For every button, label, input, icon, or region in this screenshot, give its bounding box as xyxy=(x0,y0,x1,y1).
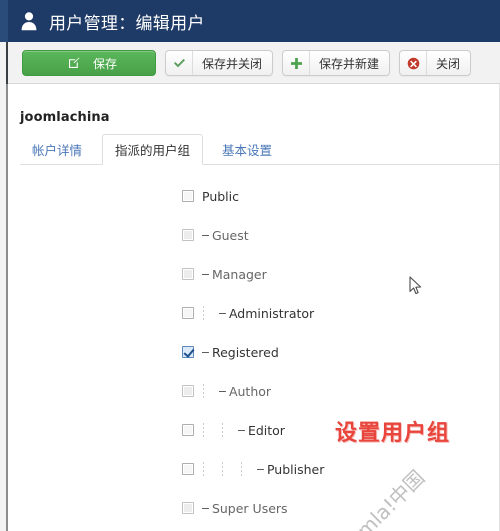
circle-x-icon xyxy=(400,51,426,75)
user-group-item: – Guest xyxy=(182,227,249,243)
tree-guide-line xyxy=(194,383,213,399)
group-dash: – xyxy=(257,462,264,476)
group-label: Super Users xyxy=(211,500,288,516)
user-icon xyxy=(20,11,38,31)
save-and-close-label: 保存并关闭 xyxy=(202,56,263,71)
plus-icon xyxy=(283,51,309,75)
group-label: Publisher xyxy=(266,461,325,477)
tree-indent-guides xyxy=(194,422,232,438)
group-checkbox[interactable] xyxy=(182,268,194,280)
group-checkbox[interactable] xyxy=(182,307,194,319)
tree-guide-line xyxy=(213,422,232,438)
annotation-set-user-group: 设置用户组 xyxy=(335,421,451,446)
page-title: 用户管理：编辑用户 xyxy=(49,13,205,34)
left-edge-divider-top xyxy=(6,42,8,84)
content-panel: joomlachina 帐户详情 指派的用户组 基本设置 Public – Guest –… xyxy=(8,84,500,531)
user-group-item: – Author xyxy=(182,383,271,399)
group-label: Registered xyxy=(211,344,279,360)
group-dash: – xyxy=(202,501,209,515)
group-checkbox[interactable] xyxy=(182,229,194,241)
user-group-row: – Publisher xyxy=(8,452,499,491)
tab-bar: 帐户详情 指派的用户组 基本设置 xyxy=(20,134,499,165)
group-label: Manager xyxy=(211,266,267,282)
edit-square-icon xyxy=(61,51,87,75)
group-checkbox[interactable] xyxy=(182,424,194,436)
user-group-row: – Guest xyxy=(8,218,499,257)
tree-indent-guides xyxy=(194,383,213,399)
group-dash: – xyxy=(219,384,226,398)
group-dash: – xyxy=(202,228,209,242)
group-label: Author xyxy=(228,383,272,399)
tab-2[interactable]: 指派的用户组 xyxy=(102,134,204,165)
page-header: 用户管理：编辑用户 xyxy=(0,0,500,42)
user-group-item: – Manager xyxy=(182,266,267,282)
tree-guide-line xyxy=(232,461,251,477)
user-group-row: – Manager xyxy=(8,257,499,296)
page-header-inner: 用户管理：编辑用户 xyxy=(20,0,205,42)
left-edge-divider xyxy=(6,42,8,531)
tab-3[interactable]: 基本设置 xyxy=(210,134,284,165)
save-and-new-button[interactable]: 保存并新建 xyxy=(282,50,391,76)
group-checkbox[interactable] xyxy=(182,463,194,475)
user-group-row: Public xyxy=(8,179,499,218)
user-group-list: Public – Guest – Manager – Administrator – Regis… xyxy=(8,179,499,530)
group-checkbox[interactable] xyxy=(182,346,194,358)
group-checkbox[interactable] xyxy=(182,502,194,514)
checkmark-icon xyxy=(166,51,192,75)
group-label: Administrator xyxy=(228,305,315,321)
tree-guide-line xyxy=(194,305,213,321)
tree-indent-guides xyxy=(194,305,213,321)
close-button-label: 关闭 xyxy=(436,56,461,71)
user-group-row: – Author xyxy=(8,374,499,413)
save-button-label: 保存 xyxy=(92,56,117,71)
tree-indent-guides xyxy=(194,461,251,477)
edited-username: joomlachina xyxy=(20,110,110,125)
page-root: 用户管理：编辑用户 保存 保存并关闭 保存并新建 关闭 joomlachina … xyxy=(0,0,500,531)
group-label: Public xyxy=(202,188,239,204)
toolbar: 保存 保存并关闭 保存并新建 关闭 xyxy=(8,42,500,84)
group-dash: – xyxy=(238,423,245,437)
user-group-row: – Super Users xyxy=(8,491,499,530)
user-group-item: – Publisher xyxy=(182,461,324,477)
save-and-new-label: 保存并新建 xyxy=(319,56,380,71)
group-dash: – xyxy=(219,306,226,320)
save-and-close-button[interactable]: 保存并关闭 xyxy=(165,50,274,76)
tab-1[interactable]: 帐户详情 xyxy=(20,134,94,165)
user-group-item: – Super Users xyxy=(182,500,288,516)
group-label: Guest xyxy=(211,227,249,243)
user-group-row: – Administrator xyxy=(8,296,499,335)
group-checkbox[interactable] xyxy=(182,385,194,397)
save-button[interactable]: 保存 xyxy=(22,50,156,76)
user-group-item: Public xyxy=(182,188,239,204)
close-button[interactable]: 关闭 xyxy=(399,50,472,76)
user-group-item: – Registered xyxy=(182,344,279,360)
user-group-row: – Registered xyxy=(8,335,499,374)
group-checkbox[interactable] xyxy=(182,190,194,202)
tree-guide-line xyxy=(194,422,213,438)
group-label: Editor xyxy=(247,422,285,438)
user-group-item: – Administrator xyxy=(182,305,314,321)
toolbar-buttons: 保存 保存并关闭 保存并新建 关闭 xyxy=(22,50,472,76)
tree-guide-line xyxy=(213,461,232,477)
group-dash: – xyxy=(202,267,209,281)
tree-guide-line xyxy=(194,461,213,477)
group-dash: – xyxy=(202,345,209,359)
user-group-item: – Editor xyxy=(182,422,285,438)
